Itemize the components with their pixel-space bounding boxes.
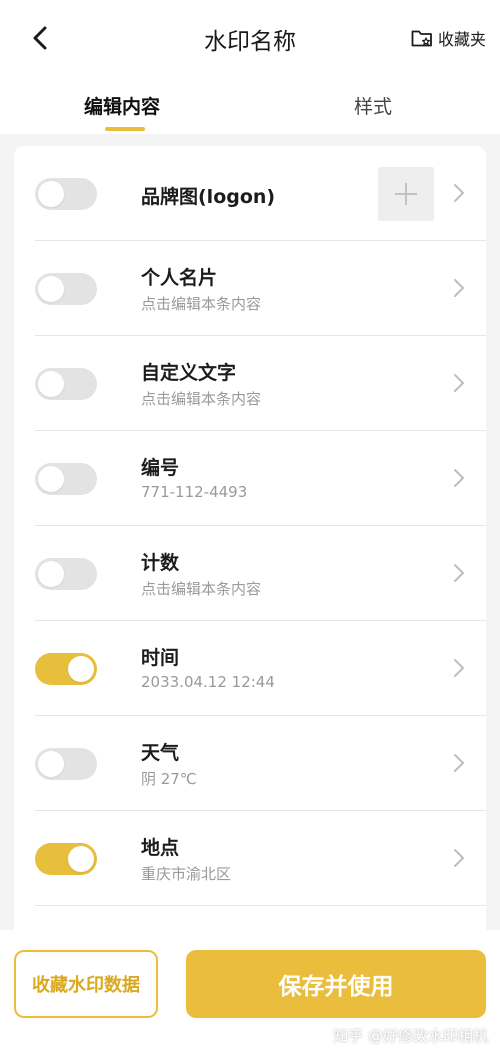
row-subtitle: 重庆市渝北区 [141, 865, 232, 883]
source-watermark: 知乎 @好修改水印相机 [333, 1027, 488, 1045]
toggle-knob [38, 181, 64, 207]
list-item-business-card[interactable]: 个人名片 点击编辑本条内容 [14, 241, 486, 336]
toggle-count[interactable] [35, 558, 97, 590]
row-subtitle: 771-112-4493 [141, 483, 248, 501]
add-logo-button[interactable] [378, 167, 434, 221]
active-tab-indicator [105, 127, 145, 131]
row-title: 编号 [141, 457, 180, 479]
list-item-brand-logo[interactable]: 品牌图(logon) [14, 146, 486, 241]
row-title: 计数 [141, 552, 180, 574]
folder-star-icon [411, 30, 432, 47]
row-title: 个人名片 [141, 267, 218, 289]
toggle-knob [38, 751, 64, 777]
chevron-right-icon [454, 469, 464, 487]
list-item-custom-text[interactable]: 自定义文字 点击编辑本条内容 [14, 336, 486, 431]
top-bar: 水印名称 收藏夹 [0, 0, 500, 78]
toggle-knob [38, 276, 64, 302]
toggle-knob [68, 846, 94, 872]
list-item-count[interactable]: 计数 点击编辑本条内容 [14, 526, 486, 621]
row-subtitle: 点击编辑本条内容 [141, 580, 262, 598]
row-subtitle: 2033.04.12 12:44 [141, 673, 275, 691]
tab-edit-content[interactable]: 编辑内容 [84, 92, 160, 119]
toggle-knob [68, 656, 94, 682]
chevron-right-icon [454, 849, 464, 867]
plus-icon [395, 183, 417, 205]
row-title: 天气 [141, 742, 180, 764]
save-and-use-button[interactable]: 保存并使用 [186, 950, 486, 1018]
bottom-action-bar: 收藏水印数据 保存并使用 知乎 @好修改水印相机 [0, 930, 500, 1056]
favorites-label: 收藏夹 [437, 30, 486, 49]
toggle-custom-text[interactable] [35, 368, 97, 400]
collect-watermark-data-button[interactable]: 收藏水印数据 [14, 950, 158, 1018]
tab-style[interactable]: 样式 [354, 92, 392, 119]
back-button[interactable] [26, 22, 58, 54]
list-item-time[interactable]: 时间 2033.04.12 12:44 [14, 621, 486, 716]
tab-bar: 编辑内容 样式 [0, 78, 500, 134]
toggle-time[interactable] [35, 653, 97, 685]
toggle-weather[interactable] [35, 748, 97, 780]
row-title: 地点 [141, 837, 180, 859]
chevron-right-icon [454, 659, 464, 677]
divider [35, 905, 486, 906]
row-title: 自定义文字 [141, 362, 237, 384]
list-item-weather[interactable]: 天气 阴 27℃ [14, 716, 486, 811]
back-arrow-icon [33, 26, 47, 50]
chevron-right-icon [454, 374, 464, 392]
toggle-knob [38, 561, 64, 587]
toggle-location[interactable] [35, 843, 97, 875]
favorites-button[interactable]: 收藏夹 [410, 24, 486, 52]
chevron-right-icon [454, 754, 464, 772]
chevron-right-icon [454, 184, 464, 202]
toggle-number[interactable] [35, 463, 97, 495]
content-card: 品牌图(logon) 个人名片 点击编辑本条内容 自定义文字 点击编辑本条内容 … [14, 146, 486, 946]
chevron-right-icon [454, 279, 464, 297]
row-subtitle: 点击编辑本条内容 [141, 390, 262, 408]
row-subtitle: 点击编辑本条内容 [141, 295, 262, 313]
toggle-knob [38, 371, 64, 397]
list-item-number[interactable]: 编号 771-112-4493 [14, 431, 486, 526]
row-title: 品牌图(logon) [141, 186, 276, 208]
chevron-right-icon [454, 564, 464, 582]
row-title: 时间 [141, 647, 180, 669]
list-item-location[interactable]: 地点 重庆市渝北区 [14, 811, 486, 906]
toggle-knob [38, 466, 64, 492]
toggle-business-card[interactable] [35, 273, 97, 305]
row-subtitle: 阴 27℃ [141, 770, 197, 788]
toggle-brand-logo[interactable] [35, 178, 97, 210]
